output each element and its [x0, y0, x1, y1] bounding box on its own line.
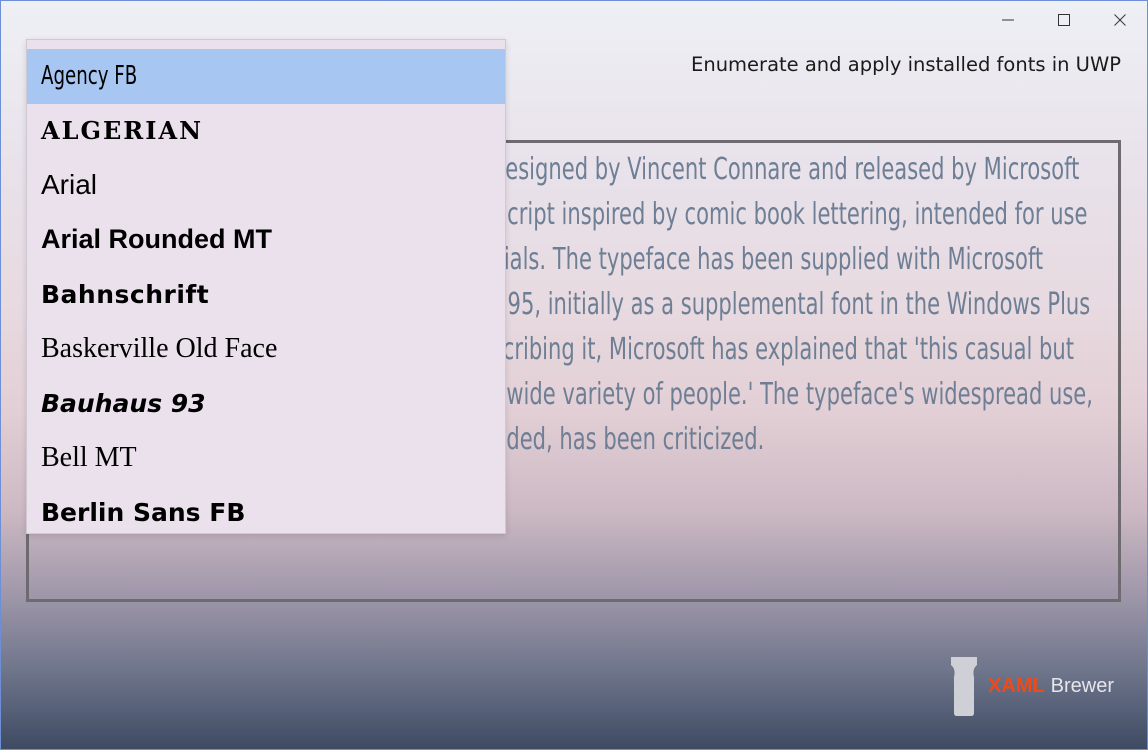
font-item-label: Bahnschrift	[41, 279, 210, 309]
font-item-arial-rounded-mt[interactable]: Arial Rounded MT	[27, 213, 505, 268]
brand-xaml: XAML	[988, 674, 1045, 697]
font-dropdown-list[interactable]: Agency FB ALGERIAN Arial Arial Rounded M…	[26, 39, 506, 534]
beer-glass-icon	[951, 657, 977, 716]
font-item-bell-mt[interactable]: Bell MT	[27, 431, 505, 486]
xaml-brewer-logo: XAML Brewer	[950, 655, 1114, 717]
title-bar-controls	[980, 0, 1148, 40]
maximize-button[interactable]	[1036, 0, 1092, 40]
brand-text: XAML Brewer	[988, 675, 1114, 698]
font-item-arial[interactable]: Arial	[27, 158, 505, 213]
maximize-icon	[1058, 14, 1070, 26]
app-title: Enumerate and apply installed fonts in U…	[691, 53, 1121, 76]
minimize-button[interactable]	[980, 0, 1036, 40]
font-item-bauhaus-93[interactable]: Bauhaus 93	[27, 376, 505, 431]
font-item-label: Arial Rounded MT	[41, 224, 272, 255]
font-item-label: Baskerville Old Face	[41, 332, 278, 364]
font-item-label: ALGERIAN	[41, 116, 204, 146]
font-item-label: Bell MT	[41, 441, 137, 473]
font-item-label: Arial	[41, 169, 98, 201]
font-item-baskerville-old-face[interactable]: Baskerville Old Face	[27, 322, 505, 377]
font-item-berlin-sans-fb[interactable]: Berlin Sans FB	[27, 485, 505, 533]
close-icon	[1114, 14, 1126, 26]
font-item-algerian[interactable]: ALGERIAN	[27, 104, 505, 159]
font-item-label: Agency FB	[41, 61, 138, 92]
close-button[interactable]	[1092, 0, 1148, 40]
font-item-label: Berlin Sans FB	[41, 497, 246, 527]
font-item-bahnschrift[interactable]: Bahnschrift	[27, 267, 505, 322]
font-item-label: Bauhaus 93	[41, 388, 206, 418]
minimize-icon	[1002, 19, 1014, 21]
font-item-agency-fb[interactable]: Agency FB	[27, 49, 505, 104]
brand-brewer: Brewer	[1050, 674, 1115, 697]
font-list: Agency FB ALGERIAN Arial Arial Rounded M…	[27, 40, 505, 533]
